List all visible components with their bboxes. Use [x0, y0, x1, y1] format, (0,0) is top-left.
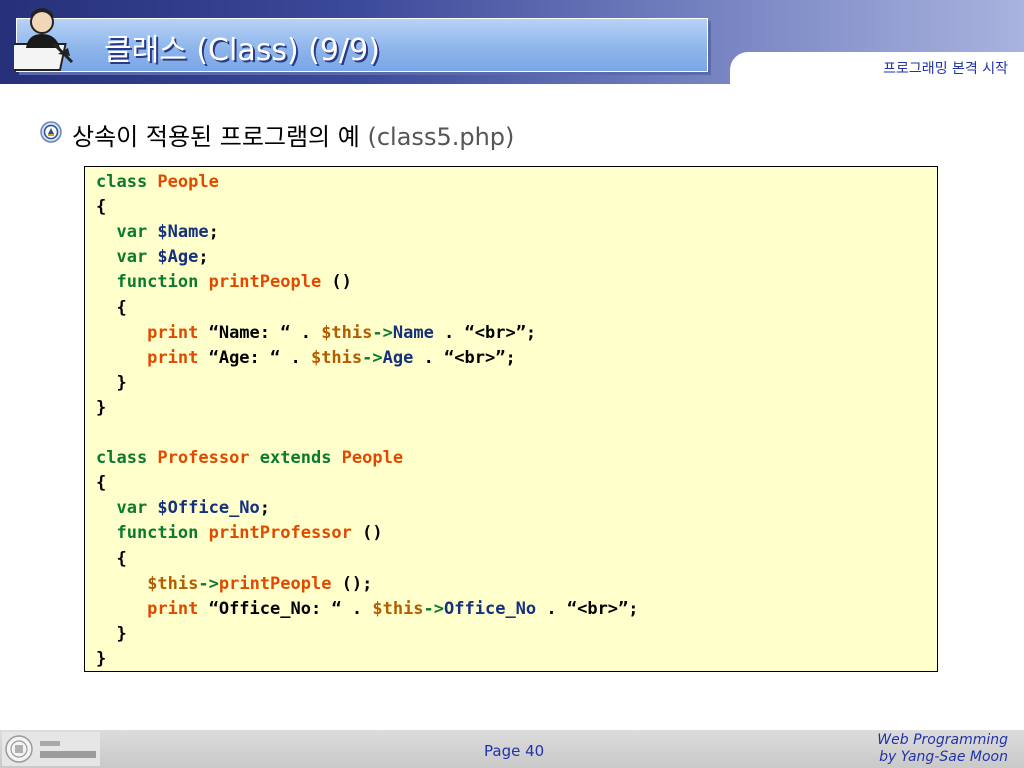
- code-token: extends: [249, 448, 342, 469]
- code-line: var $Age;: [96, 247, 209, 268]
- code-token: }: [96, 372, 127, 393]
- code-token: printProfessor: [208, 523, 352, 544]
- code-token: var: [96, 222, 158, 243]
- code-token: ->: [198, 573, 219, 594]
- code-token: ;: [198, 247, 209, 268]
- code-token: Professor: [157, 448, 250, 469]
- code-line: print “Office_No: “ . $this->Office_No .…: [96, 598, 639, 619]
- code-token: “Age: “ .: [208, 347, 311, 368]
- code-token: var: [96, 247, 158, 268]
- slide-title: 클래스 (Class) (9/9): [104, 33, 380, 68]
- code-token: ->: [423, 598, 445, 619]
- code-token: ();: [331, 573, 373, 594]
- code-token: $this: [372, 598, 424, 619]
- code-token: Age: [382, 347, 414, 368]
- code-line: class Professor extends People: [96, 448, 403, 468]
- code-token: ->: [362, 347, 383, 368]
- code-token: class: [96, 448, 158, 469]
- code-token: . “<br>”;: [536, 598, 639, 619]
- author-credit: by Yang-Sae Moon: [879, 749, 1008, 765]
- code-line: var $Office_No;: [96, 498, 270, 518]
- code-line: }: [96, 649, 106, 669]
- code-token: $this: [310, 347, 363, 368]
- code-token: print: [96, 347, 209, 368]
- code-token: }: [96, 397, 107, 418]
- code-line: function printProfessor (): [96, 523, 383, 544]
- code-token: {: [96, 473, 107, 494]
- code-line: {: [96, 548, 127, 569]
- code-token: {: [96, 548, 127, 569]
- bullet-filename: (class5.php): [367, 123, 515, 151]
- code-token: (): [351, 523, 383, 544]
- code-line: class People: [96, 172, 219, 192]
- code-token: printPeople: [208, 272, 322, 293]
- code-token: “Name: “ .: [208, 322, 322, 343]
- code-token: $Age: [157, 247, 199, 268]
- code-token: print: [96, 598, 209, 619]
- code-line: print “Name: “ . $this->Name . “<br>”;: [96, 323, 536, 343]
- code-listing: class People { var $Name; var $Age; funct…: [84, 166, 938, 672]
- code-token: {: [96, 197, 107, 218]
- code-token: . “<br>”;: [413, 347, 516, 368]
- code-token: function: [96, 272, 209, 293]
- code-token: ;: [259, 498, 271, 519]
- code-token: People: [341, 448, 404, 469]
- code-token: {: [96, 297, 127, 318]
- code-line: }: [96, 398, 106, 418]
- code-line: var $Name;: [96, 222, 219, 243]
- code-line: {: [96, 297, 127, 318]
- university-seal-icon: [2, 732, 100, 766]
- code-token: var: [96, 498, 158, 519]
- code-token: (): [321, 272, 352, 293]
- code-token: $Name: [157, 222, 209, 243]
- code-line: }: [96, 372, 127, 393]
- code-token: $this: [147, 573, 199, 594]
- code-line: }: [96, 623, 127, 644]
- code-token: ;: [208, 222, 219, 243]
- code-token: class: [96, 172, 158, 192]
- course-name: Web Programming: [877, 732, 1008, 748]
- code-token: ->: [372, 322, 393, 343]
- code-line: print “Age: “ . $this->Age . “<br>”;: [96, 348, 516, 368]
- code-line: function printPeople (): [96, 272, 352, 293]
- code-token: . “<br>”;: [433, 322, 537, 343]
- code-token: People: [157, 172, 219, 192]
- code-line: $this->printPeople ();: [96, 574, 372, 594]
- code-token: }: [96, 623, 127, 644]
- code-token: $this: [321, 322, 373, 343]
- code-token: printPeople: [218, 573, 332, 594]
- code-token: Name: [392, 322, 434, 343]
- bullet-emblem-icon: [40, 121, 62, 143]
- code-line: {: [96, 197, 106, 217]
- course-subtitle: 프로그래밍 본격 시작: [883, 61, 1008, 77]
- lecturer-logo-icon: [14, 8, 74, 71]
- bullet-point: 상속이 적용된 프로그램의 예 (class5.php): [72, 117, 514, 152]
- code-token: print: [96, 322, 209, 343]
- code-token: $Office_No: [157, 498, 260, 519]
- code-token: function: [96, 523, 209, 544]
- code-token: “Office_No: “ .: [208, 598, 373, 619]
- code-token: }: [96, 648, 107, 669]
- bullet-text: 상속이 적용된 프로그램의 예: [72, 123, 360, 151]
- code-token: Office_No: [444, 598, 537, 619]
- code-line: {: [96, 473, 106, 493]
- page-number: Page 40: [484, 742, 545, 760]
